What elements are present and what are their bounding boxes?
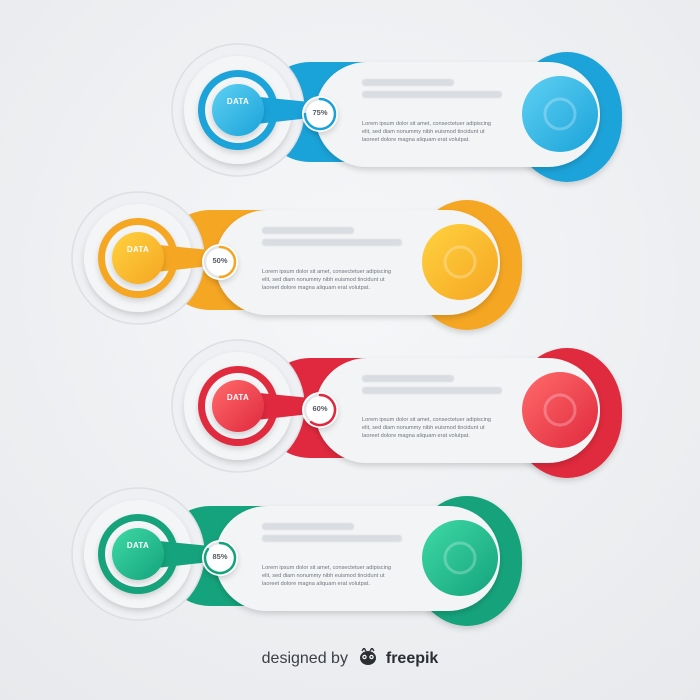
body-text: Lorem ipsum dolor sit amet, consectetuer… <box>262 565 392 588</box>
freepik-logo-icon <box>358 646 378 671</box>
body-text: Lorem ipsum dolor sit amet, consectetuer… <box>362 417 492 440</box>
designed-by-text: designed by <box>261 650 348 667</box>
body-text: Lorem ipsum dolor sit amet, consectetuer… <box>262 269 392 292</box>
body-text: Lorem ipsum dolor sit amet, consectetuer… <box>362 121 492 144</box>
row-shape <box>171 339 622 478</box>
data-circle <box>212 380 264 432</box>
row-shape <box>71 191 522 330</box>
icon-circle <box>422 520 498 596</box>
percent-label: 60% <box>312 404 328 413</box>
data-circle <box>112 528 164 580</box>
freepik-brand: freepik <box>385 650 439 667</box>
percent-label: 85% <box>212 552 228 561</box>
infographic-row: DATA 85% Lorem ipsum dolor sit amet, con… <box>60 484 522 626</box>
row-shape <box>171 43 622 182</box>
blurred-heading <box>362 79 512 107</box>
infographic-row: DATA 50% Lorem ipsum dolor sit amet, con… <box>60 188 522 330</box>
infographic-row: DATA 60% Lorem ipsum dolor sit amet, con… <box>160 336 622 478</box>
blurred-heading <box>262 227 412 255</box>
data-label: DATA <box>126 245 150 254</box>
data-label: DATA <box>226 393 250 402</box>
data-label: DATA <box>226 97 250 106</box>
data-circle <box>212 84 264 136</box>
blurred-heading <box>262 523 412 551</box>
icon-circle <box>522 372 598 448</box>
blurred-heading <box>362 375 512 403</box>
infographic-canvas: DATA 75% Lorem ipsum dolor sit amet, con… <box>0 0 700 700</box>
data-circle <box>112 232 164 284</box>
percent-label: 50% <box>212 256 228 265</box>
row-shape <box>71 487 522 626</box>
data-label: DATA <box>126 541 150 550</box>
infographic-row: DATA 75% Lorem ipsum dolor sit amet, con… <box>160 40 622 182</box>
percent-label: 75% <box>312 108 328 117</box>
footer-credit: designed by freepik <box>0 646 700 671</box>
icon-circle <box>422 224 498 300</box>
icon-circle <box>522 76 598 152</box>
